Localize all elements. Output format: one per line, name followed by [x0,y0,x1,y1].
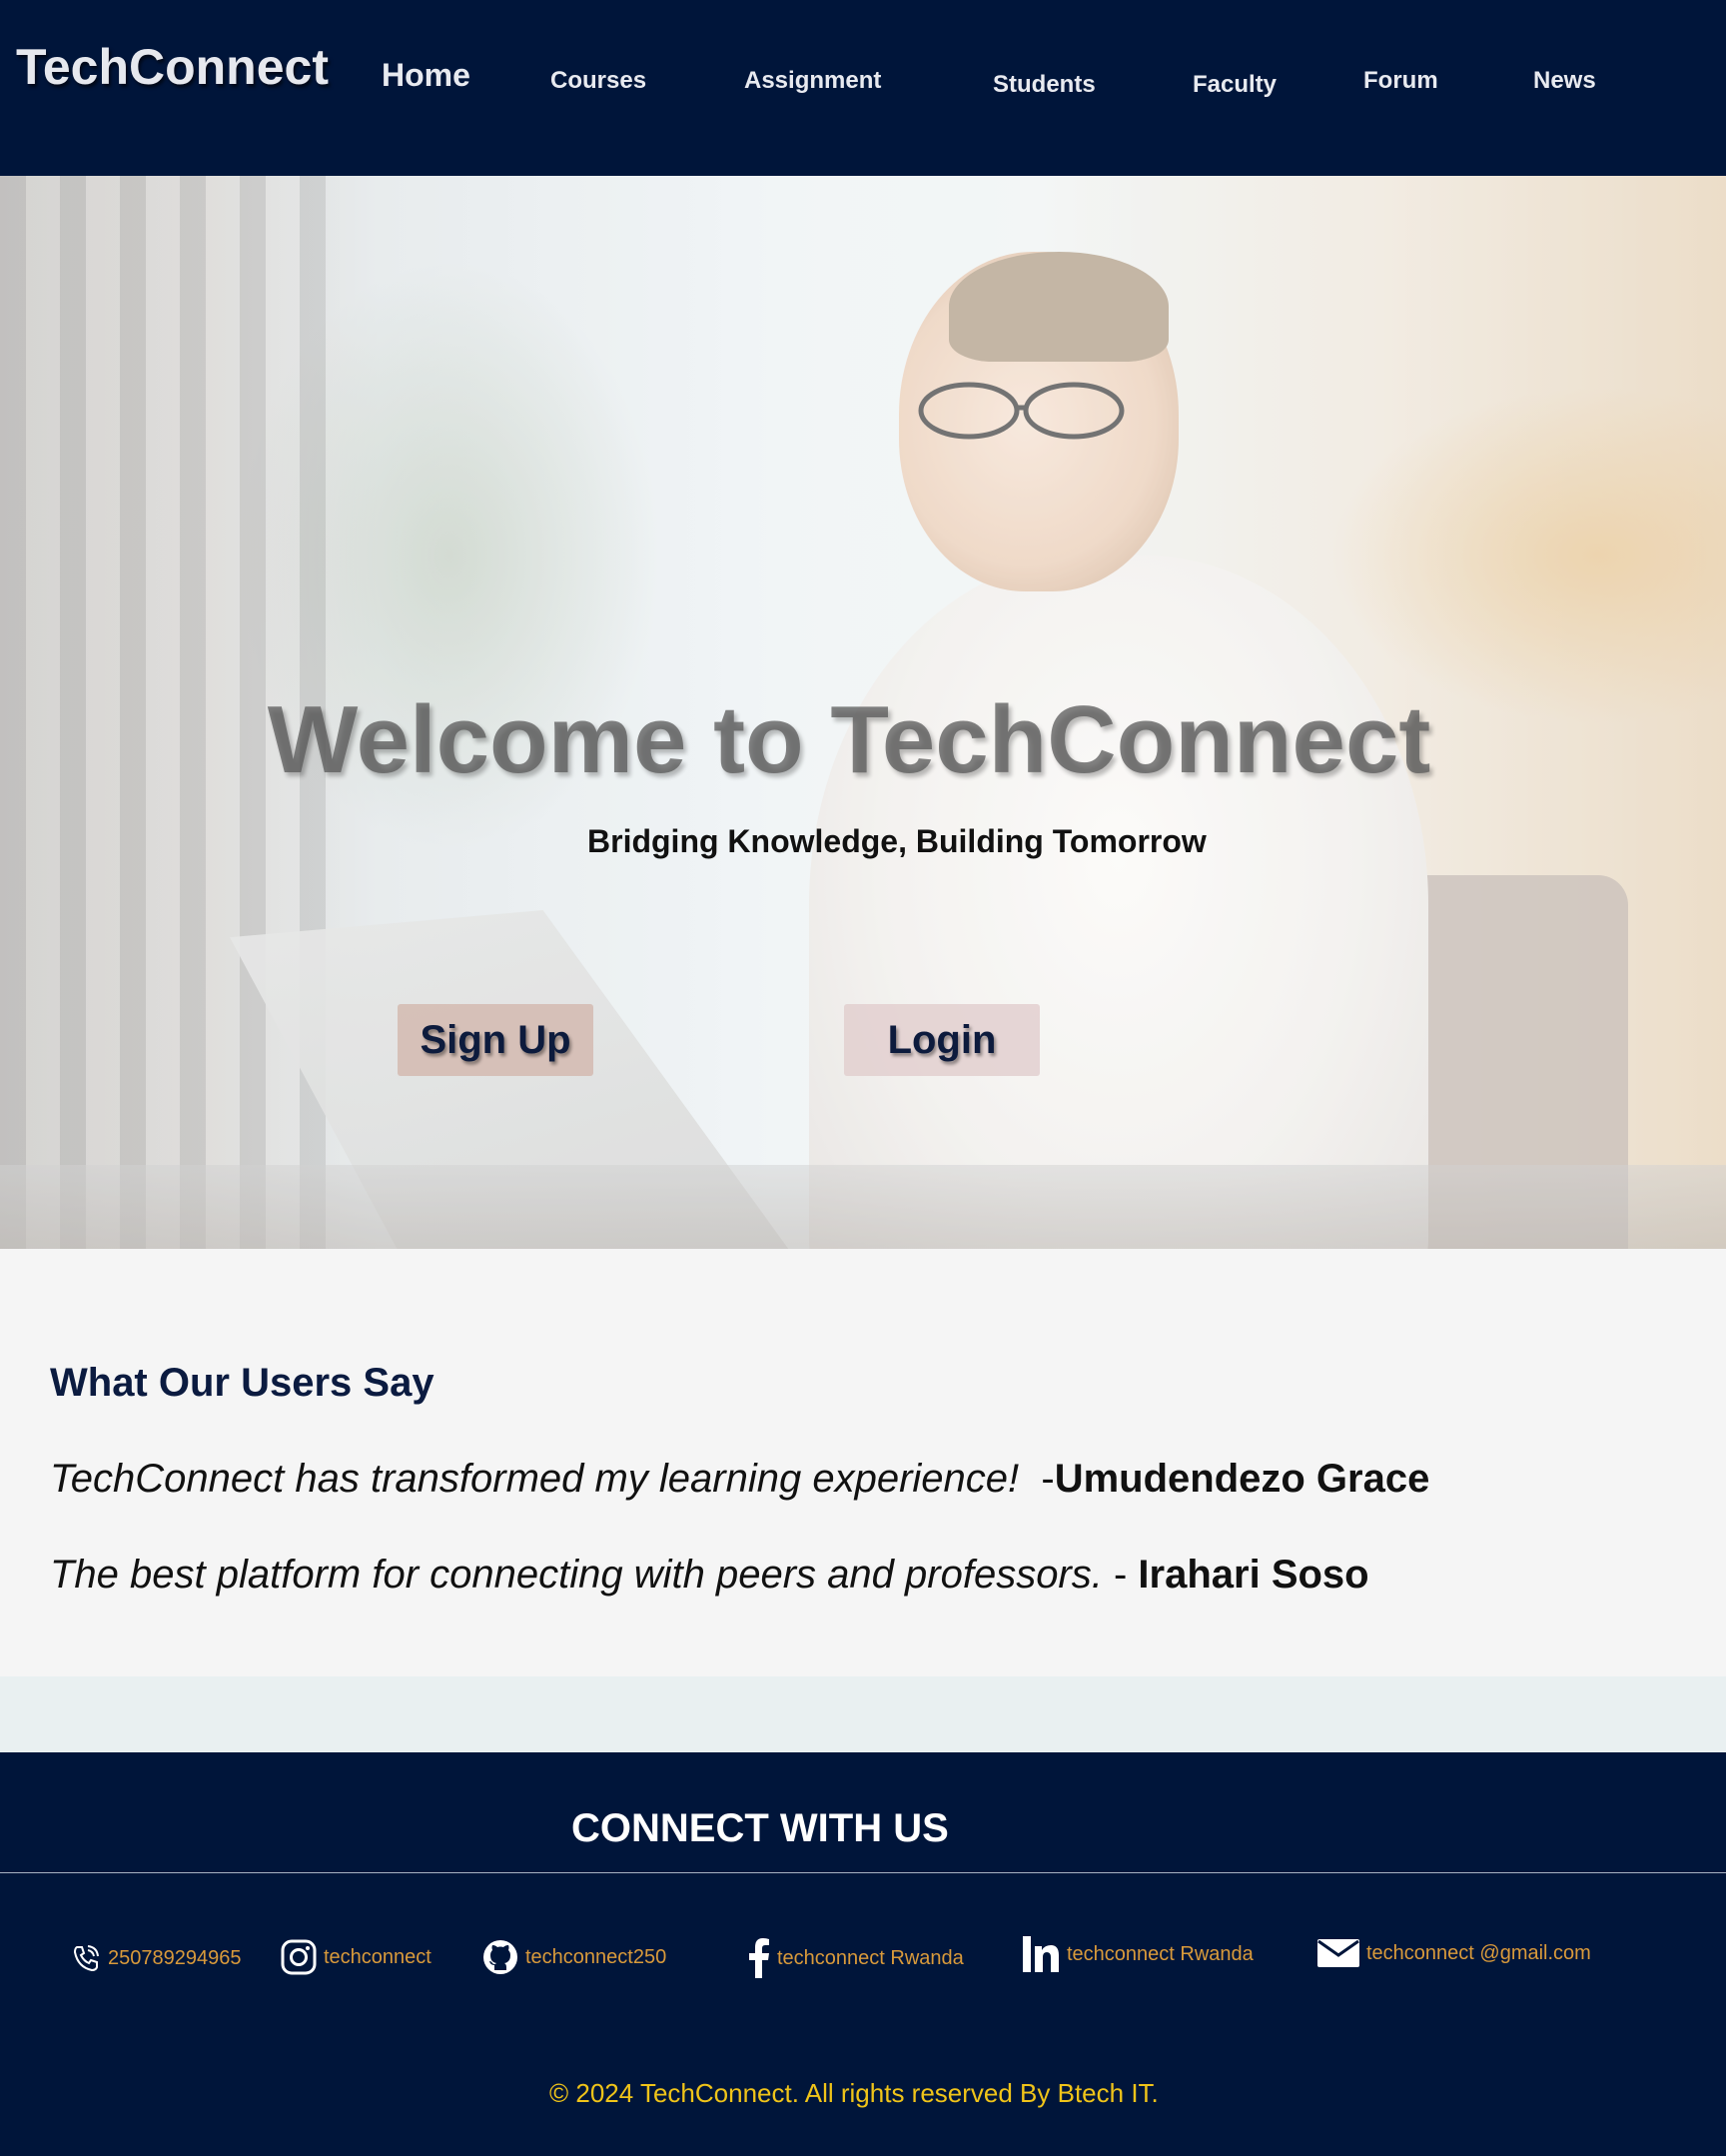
instagram-icon [280,1938,318,1976]
top-navbar: TechConnect Home Courses Assignment Stud… [0,0,1726,176]
nav-link-courses[interactable]: Courses [550,67,646,95]
testimonial-quote: The best platform for connecting with pe… [50,1553,1103,1597]
linkedin-icon [1021,1934,1061,1974]
testimonial-item: The best platform for connecting with pe… [50,1553,1369,1598]
testimonial-separator: - [1019,1457,1055,1501]
contact-github-text: techconnect250 [525,1945,667,1968]
facebook-icon [747,1938,771,1978]
testimonials-heading: What Our Users Say [50,1361,434,1405]
signup-button[interactable]: Sign Up [398,1004,593,1076]
section-spacer [0,1676,1726,1752]
contact-phone[interactable]: 250789294965 [70,1942,241,1974]
testimonial-item: TechConnect has transformed my learning … [50,1457,1429,1502]
copyright-text: © 2024 TechConnect. All rights reserved … [549,2078,1159,2108]
site-logo[interactable]: TechConnect [16,38,329,96]
nav-link-forum[interactable]: Forum [1363,67,1438,95]
contact-instagram-text: techconnect [324,1945,432,1968]
contact-email[interactable]: techconnect @gmail.com [1316,1938,1591,1968]
contact-github[interactable]: techconnect250 [481,1938,666,1976]
phone-icon [70,1942,102,1974]
testimonial-author: Irahari Soso [1138,1553,1369,1597]
contact-facebook-text: techconnect Rwanda [777,1946,964,1969]
nav-link-faculty[interactable]: Faculty [1193,71,1277,99]
mail-icon [1316,1938,1360,1968]
footer-divider [0,1872,1726,1873]
nav-link-home[interactable]: Home [382,57,470,94]
nav-link-students[interactable]: Students [993,71,1096,99]
hero-subtitle: Bridging Knowledge, Building Tomorrow [587,823,1207,859]
contact-email-text: techconnect @gmail.com [1366,1941,1591,1964]
login-button[interactable]: Login [844,1004,1040,1076]
contact-linkedin-text: techconnect Rwanda [1067,1942,1254,1965]
testimonial-author: Umudendezo Grace [1054,1457,1430,1501]
hero-section: Welcome to TechConnect Bridging Knowledg… [0,176,1726,1249]
testimonials-section: What Our Users Say TechConnect has trans… [0,1249,1726,1676]
contact-facebook[interactable]: techconnect Rwanda [747,1938,964,1978]
hero-title: Welcome to TechConnect [267,686,1431,793]
footer-title: CONNECT WITH US [571,1806,949,1850]
contact-phone-text: 250789294965 [108,1946,242,1969]
testimonial-quote: TechConnect has transformed my learning … [50,1457,1020,1501]
contact-instagram[interactable]: techconnect [280,1938,432,1976]
testimonial-separator: - [1102,1553,1139,1597]
contact-linkedin[interactable]: techconnect Rwanda [1021,1934,1254,1974]
github-icon [481,1938,519,1976]
footer: CONNECT WITH US 250789294965 techconnect… [0,1752,1726,2156]
nav-link-assignment[interactable]: Assignment [744,67,881,95]
nav-link-news[interactable]: News [1533,67,1596,95]
